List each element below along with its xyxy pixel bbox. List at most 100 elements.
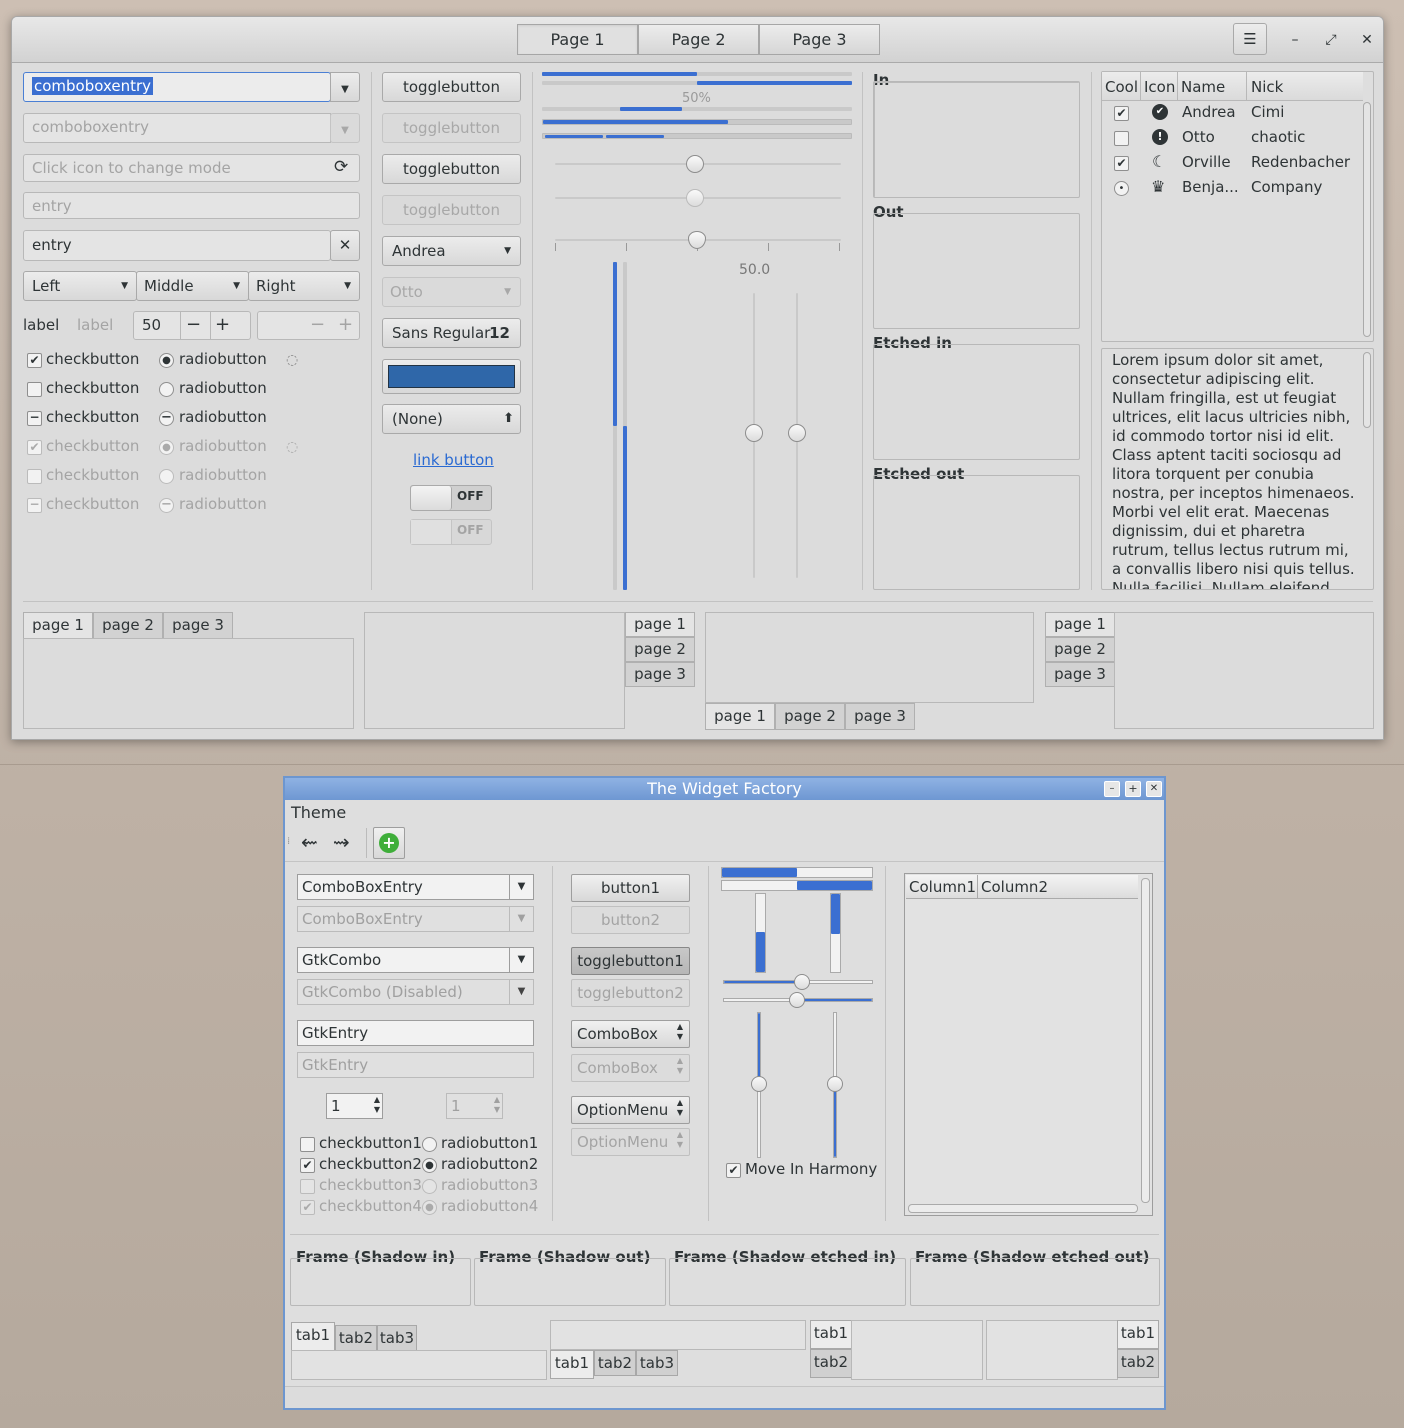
text-scrollbar[interactable] bbox=[1363, 352, 1371, 428]
notebook4-tab-page1[interactable]: page 1 bbox=[1045, 612, 1115, 637]
file-chooser-button[interactable]: (None) ⬆ bbox=[382, 404, 521, 434]
notebook3-tab-page2[interactable]: page 2 bbox=[775, 703, 845, 730]
notebook4-tab-page3[interactable]: page 3 bbox=[1045, 662, 1115, 687]
entry-with-clear[interactable]: entry bbox=[23, 230, 331, 261]
plus-icon[interactable]: + bbox=[215, 314, 230, 335]
gtk2-spin[interactable]: 1 ▲ ▼ bbox=[326, 1093, 383, 1119]
notebook1-tab-page2[interactable]: page 2 bbox=[93, 612, 163, 639]
back-icon[interactable]: ⇜ bbox=[301, 830, 318, 854]
link-button[interactable]: link button bbox=[413, 451, 494, 469]
scale-v-2-knob[interactable] bbox=[788, 424, 806, 442]
notebook3-tab-page1[interactable]: page 1 bbox=[705, 703, 775, 730]
chevron-down-icon[interactable]: ▼ bbox=[509, 948, 533, 972]
font-button[interactable]: Sans Regular 12 bbox=[382, 318, 521, 348]
text-view[interactable]: Lorem ipsum dolor sit amet, consectetur … bbox=[1101, 348, 1374, 590]
gtk2-nb3-tab2[interactable]: tab2 bbox=[810, 1349, 852, 1378]
gtk2-entry[interactable]: GtkEntry bbox=[297, 1020, 534, 1046]
toolbar-grip[interactable]: ⁞ bbox=[287, 836, 290, 847]
maximize-icon[interactable]: ⤢ bbox=[1320, 29, 1342, 51]
horizontal-scrollbar[interactable] bbox=[908, 1204, 1138, 1213]
linked-button-left[interactable]: Left ▼ bbox=[23, 271, 137, 301]
gtk2-scale-h-1-knob[interactable] bbox=[794, 974, 810, 990]
scale-h-3-knob[interactable] bbox=[688, 231, 706, 249]
minus-icon[interactable]: − bbox=[186, 314, 201, 335]
tree-cool-check[interactable]: ✔ bbox=[1114, 106, 1129, 121]
maximize-icon[interactable]: + bbox=[1125, 781, 1141, 797]
gtk2-checkbox-1[interactable] bbox=[300, 1137, 315, 1152]
radio-unselected[interactable] bbox=[159, 382, 174, 397]
tree-cool-check[interactable]: ✔ bbox=[1114, 156, 1129, 171]
radio-selected[interactable]: ● bbox=[159, 353, 174, 368]
minimize-icon[interactable]: – bbox=[1104, 781, 1120, 797]
notebook3-tab-page3[interactable]: page 3 bbox=[845, 703, 915, 730]
notebook1-tab-page3[interactable]: page 3 bbox=[163, 612, 233, 639]
gtk2-tree-view[interactable]: Column1 Column2 bbox=[904, 873, 1153, 1216]
refresh-icon[interactable]: ⟳ bbox=[334, 157, 348, 177]
gtk2-optionmenu[interactable]: OptionMenu ▲ ▼ bbox=[571, 1096, 690, 1124]
stack-switcher-page3[interactable]: Page 3 bbox=[759, 24, 880, 55]
vertical-scrollbar[interactable] bbox=[1141, 878, 1150, 1203]
gtk2-nb2-tab1[interactable]: tab1 bbox=[550, 1350, 594, 1379]
gtk2-combobox[interactable]: ComboBox ▲ ▼ bbox=[571, 1020, 690, 1048]
icon-entry[interactable]: Click icon to change mode bbox=[23, 154, 360, 182]
radio-inconsistent[interactable]: − bbox=[159, 411, 174, 426]
minimize-icon[interactable]: – bbox=[1284, 29, 1306, 51]
column-header-column1[interactable]: Column1 bbox=[909, 878, 976, 896]
harmony-checkbox[interactable]: ✔ bbox=[726, 1163, 741, 1178]
switch-off[interactable]: OFF bbox=[410, 485, 492, 511]
stack-switcher-page2[interactable]: Page 2 bbox=[638, 24, 759, 55]
combo-entry-dropdown[interactable]: ▼ bbox=[330, 72, 360, 102]
stack-switcher-page1[interactable]: Page 1 bbox=[517, 24, 638, 55]
spin-arrows-icon[interactable]: ▲ ▼ bbox=[374, 1095, 380, 1115]
add-button[interactable]: + bbox=[373, 827, 405, 859]
gtk2-gtkcombo[interactable]: GtkCombo ▼ bbox=[297, 947, 534, 973]
checkbox-checked[interactable]: ✔ bbox=[27, 353, 42, 368]
togglebutton-3[interactable]: togglebutton bbox=[382, 154, 521, 184]
chevron-down-icon[interactable]: ▼ bbox=[509, 875, 533, 899]
gtk2-nb1-tab3[interactable]: tab3 bbox=[377, 1325, 417, 1351]
column-header-nick[interactable]: Nick bbox=[1251, 78, 1283, 96]
gtk2-comboboxentry[interactable]: ComboBoxEntry ▼ bbox=[297, 874, 534, 900]
linked-button-middle[interactable]: Middle ▼ bbox=[136, 271, 249, 301]
clear-button[interactable]: ✕ bbox=[330, 230, 360, 261]
gtk2-nb2-tab3[interactable]: tab3 bbox=[636, 1350, 678, 1376]
tree-scrollbar[interactable] bbox=[1363, 102, 1371, 337]
gtk2-nb2-tab2[interactable]: tab2 bbox=[594, 1350, 636, 1376]
tree-view[interactable]: Cool Icon Name Nick ✔ ✔ Andrea Cimi ! Ot… bbox=[1101, 71, 1374, 342]
close-icon[interactable]: ✕ bbox=[1356, 29, 1378, 51]
gtk2-nb3-tab1[interactable]: tab1 bbox=[810, 1320, 852, 1349]
togglebutton-1[interactable]: togglebutton bbox=[382, 72, 521, 102]
column-header-icon[interactable]: Icon bbox=[1144, 78, 1175, 96]
gtk2-button1[interactable]: button1 bbox=[571, 874, 690, 902]
gtk2-togglebutton1-active[interactable]: togglebutton1 bbox=[571, 947, 690, 975]
tree-cool-radio[interactable]: • bbox=[1114, 181, 1129, 196]
gtk2-checkbox-2[interactable]: ✔ bbox=[300, 1158, 315, 1173]
gtk2-nb1-tab1[interactable]: tab1 bbox=[291, 1322, 335, 1351]
combo-andrea[interactable]: Andrea ▼ bbox=[382, 236, 521, 266]
scale-v-1-knob[interactable] bbox=[745, 424, 763, 442]
gtk2-radio-2[interactable]: ● bbox=[422, 1158, 437, 1173]
gtk2-radio-1[interactable] bbox=[422, 1137, 437, 1152]
tree-cool-check[interactable] bbox=[1114, 131, 1129, 146]
forward-icon[interactable]: ⇝ bbox=[333, 830, 350, 854]
column-header-column2[interactable]: Column2 bbox=[981, 878, 1048, 896]
checkbox-unchecked[interactable] bbox=[27, 382, 42, 397]
notebook2-tab-page2[interactable]: page 2 bbox=[625, 637, 695, 662]
linked-button-right[interactable]: Right ▼ bbox=[248, 271, 360, 301]
gtk2-scale-v-1-knob[interactable] bbox=[751, 1076, 767, 1092]
menu-button[interactable]: ☰ bbox=[1233, 23, 1267, 55]
gtk2-nb4-tab2[interactable]: tab2 bbox=[1117, 1349, 1159, 1378]
gtk2-nb1-tab2[interactable]: tab2 bbox=[335, 1325, 377, 1351]
checkbox-inconsistent[interactable]: − bbox=[27, 411, 42, 426]
notebook4-tab-page2[interactable]: page 2 bbox=[1045, 637, 1115, 662]
notebook1-tab-page1[interactable]: page 1 bbox=[23, 612, 93, 639]
scale-h-1-knob[interactable] bbox=[686, 155, 704, 173]
column-header-cool[interactable]: Cool bbox=[1105, 78, 1138, 96]
notebook2-tab-page1[interactable]: page 1 bbox=[625, 612, 695, 637]
notebook2-tab-page3[interactable]: page 3 bbox=[625, 662, 695, 687]
column-header-name[interactable]: Name bbox=[1181, 78, 1225, 96]
color-button[interactable] bbox=[382, 359, 521, 394]
gtk2-nb4-tab1[interactable]: tab1 bbox=[1117, 1320, 1159, 1349]
close-icon[interactable]: ✕ bbox=[1146, 781, 1162, 797]
combo-entry-active[interactable]: comboboxentry bbox=[23, 72, 331, 102]
